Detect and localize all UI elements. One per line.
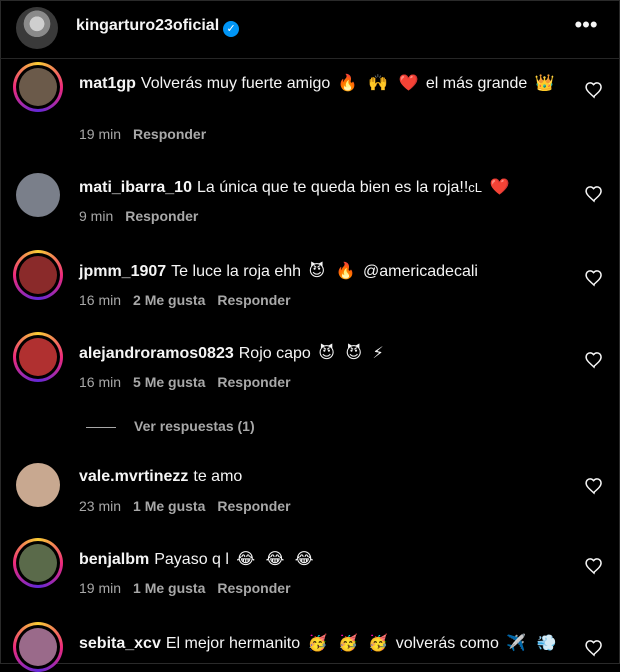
view-replies-button[interactable]: Ver respuestas (1) bbox=[86, 418, 255, 434]
comment-likes[interactable]: 5 Me gusta bbox=[133, 374, 205, 390]
comment-likes[interactable]: 2 Me gusta bbox=[133, 292, 205, 308]
comment-body: Te luce la roja ehh bbox=[171, 263, 302, 280]
comment-username[interactable]: mat1gp bbox=[79, 75, 136, 92]
comment-avatar[interactable] bbox=[16, 463, 60, 507]
comment-meta: 19 min Responder bbox=[79, 126, 218, 142]
like-heart-icon[interactable] bbox=[584, 350, 604, 370]
comment-text: alejandroramos0823 Rojo capo 😈 😈 ⚡ bbox=[79, 340, 579, 367]
comment-body-continued: volverás como bbox=[391, 635, 499, 652]
post-header: kingarturo23oficial ✓ ••• bbox=[0, 0, 620, 59]
comment-mention[interactable]: @americadecali bbox=[359, 263, 478, 280]
comment-username[interactable]: jpmm_1907 bbox=[79, 263, 166, 280]
comment-timestamp: 23 min bbox=[79, 498, 122, 514]
comment-text: mati_ibarra_10 La única que te queda bien… bbox=[79, 174, 579, 201]
profile-avatar[interactable] bbox=[16, 7, 58, 49]
reply-button[interactable]: Responder bbox=[217, 580, 290, 596]
comment-avatar[interactable] bbox=[13, 538, 63, 588]
comment-body: te amo bbox=[193, 468, 243, 485]
comment-meta: 19 min 1 Me gusta Responder bbox=[79, 580, 303, 596]
emoji-icon: 😂 bbox=[236, 549, 256, 568]
comment-timestamp: 19 min bbox=[79, 126, 122, 142]
reply-button[interactable]: Responder bbox=[217, 374, 290, 390]
emoji-icon: 🥳 bbox=[307, 633, 328, 652]
comment-body: El mejor hermanito bbox=[165, 635, 301, 652]
emoji-icon: ❤️ bbox=[398, 73, 419, 92]
comment-body-continued: el más grande bbox=[421, 75, 528, 92]
comment-timestamp: 16 min bbox=[79, 292, 122, 308]
comment-body: La única que te queda bien es la roja!! bbox=[196, 179, 469, 196]
comment-timestamp: 19 min bbox=[79, 580, 122, 596]
emoji-icon: 🥳 bbox=[368, 633, 389, 652]
comment-body: Volverás muy fuerte amigo bbox=[140, 75, 331, 92]
like-heart-icon[interactable] bbox=[584, 184, 604, 204]
emoji-icon: ✈️ bbox=[506, 633, 527, 652]
comment-timestamp: 9 min bbox=[79, 208, 114, 224]
emoji-icon: 😂 bbox=[294, 549, 314, 568]
comment-username[interactable]: sebita_xcv bbox=[79, 635, 161, 652]
comment-avatar[interactable] bbox=[13, 622, 63, 672]
like-heart-icon[interactable] bbox=[584, 80, 604, 100]
comment-avatar[interactable] bbox=[13, 250, 63, 300]
comment-text: mat1gp Volverás muy fuerte amigo 🔥 🙌 ❤️ e… bbox=[79, 70, 579, 97]
reply-button[interactable]: Responder bbox=[133, 126, 206, 142]
comment-timestamp: 16 min bbox=[79, 374, 122, 390]
comment-username[interactable]: vale.mvrtinezz bbox=[79, 468, 188, 485]
emoji-icon: 🔥 bbox=[337, 73, 358, 92]
comment-avatar[interactable] bbox=[16, 173, 60, 217]
comment-meta: 9 min Responder bbox=[79, 208, 210, 224]
emoji-icon: 😈 bbox=[345, 343, 363, 362]
like-heart-icon[interactable] bbox=[584, 268, 604, 288]
view-replies-label[interactable]: Ver respuestas (1) bbox=[134, 418, 255, 434]
verified-badge-icon: ✓ bbox=[223, 21, 240, 37]
emoji-icon: 🙌 bbox=[368, 73, 389, 92]
comment-username[interactable]: mati_ibarra_10 bbox=[79, 179, 192, 196]
emoji-icon: 🥳 bbox=[337, 633, 358, 652]
like-heart-icon[interactable] bbox=[584, 638, 604, 658]
reply-button[interactable]: Responder bbox=[125, 208, 198, 224]
emoji-icon: 👑 bbox=[534, 73, 555, 92]
reply-button[interactable]: Responder bbox=[217, 498, 290, 514]
comment-body: Rojo capo bbox=[238, 345, 311, 362]
comment-suffix: cL bbox=[468, 180, 483, 195]
comment-meta: 16 min 5 Me gusta Responder bbox=[79, 374, 303, 390]
header-username-wrap[interactable]: kingarturo23oficial ✓ bbox=[76, 17, 240, 37]
comment-username[interactable]: benjalbm bbox=[79, 551, 149, 568]
comment-likes[interactable]: 1 Me gusta bbox=[133, 580, 205, 596]
emoji-icon: 😈 bbox=[308, 261, 326, 280]
comment-avatar[interactable] bbox=[13, 62, 63, 112]
emoji-icon: ❤️ bbox=[489, 177, 510, 196]
comment-text: benjalbm Payaso q l 😂 😂 😂 bbox=[79, 546, 579, 573]
comment-text: vale.mvrtinezz te amo bbox=[79, 464, 579, 490]
reply-button[interactable]: Responder bbox=[217, 292, 290, 308]
comment-avatar[interactable] bbox=[13, 332, 63, 382]
comment-text: sebita_xcv El mejor hermanito 🥳 🥳 🥳 volve… bbox=[79, 630, 579, 657]
comment-meta: 23 min 1 Me gusta Responder bbox=[79, 498, 303, 514]
like-heart-icon[interactable] bbox=[584, 476, 604, 496]
comment-text: jpmm_1907 Te luce la roja ehh 😈 🔥 @americ… bbox=[79, 258, 579, 285]
emoji-icon: 🔥 bbox=[335, 261, 356, 280]
emoji-icon: 😂 bbox=[265, 549, 285, 568]
comment-username[interactable]: alejandroramos0823 bbox=[79, 345, 234, 362]
more-options-icon[interactable]: ••• bbox=[568, 10, 604, 40]
comment-meta: 16 min 2 Me gusta Responder bbox=[79, 292, 303, 308]
header-username[interactable]: kingarturo23oficial bbox=[76, 17, 219, 34]
emoji-icon: ⚡ bbox=[372, 343, 384, 362]
comment-likes[interactable]: 1 Me gusta bbox=[133, 498, 205, 514]
like-heart-icon[interactable] bbox=[584, 556, 604, 576]
comment-body: Payaso q l bbox=[154, 551, 229, 568]
emoji-icon: 💨 bbox=[536, 633, 557, 652]
emoji-icon: 😈 bbox=[318, 343, 335, 362]
replies-divider bbox=[86, 426, 116, 428]
